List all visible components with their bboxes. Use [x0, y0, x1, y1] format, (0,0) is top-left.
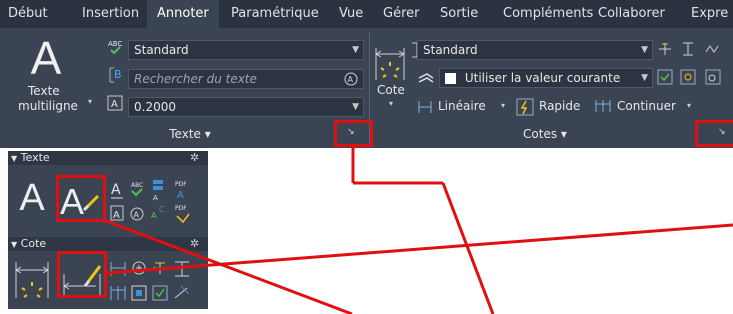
connector-line-c: [441, 182, 495, 314]
connector-line-d: [105, 219, 353, 314]
connector-line-e: [106, 223, 733, 275]
connector-lines: [105, 147, 733, 314]
